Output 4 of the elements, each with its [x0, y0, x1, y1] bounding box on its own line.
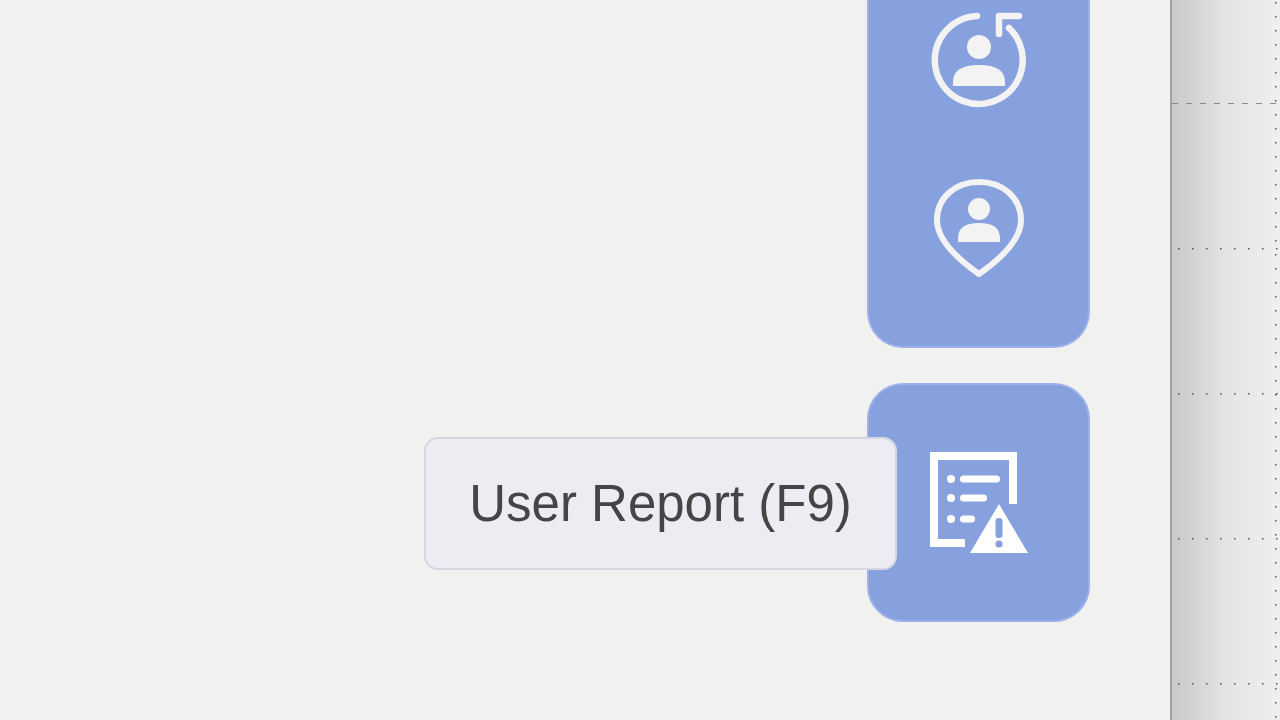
person-pin-icon — [932, 178, 1025, 278]
report-button[interactable] — [867, 383, 1090, 622]
document-warning-icon — [929, 451, 1028, 554]
tooltip: User Report (F9) — [424, 437, 897, 570]
